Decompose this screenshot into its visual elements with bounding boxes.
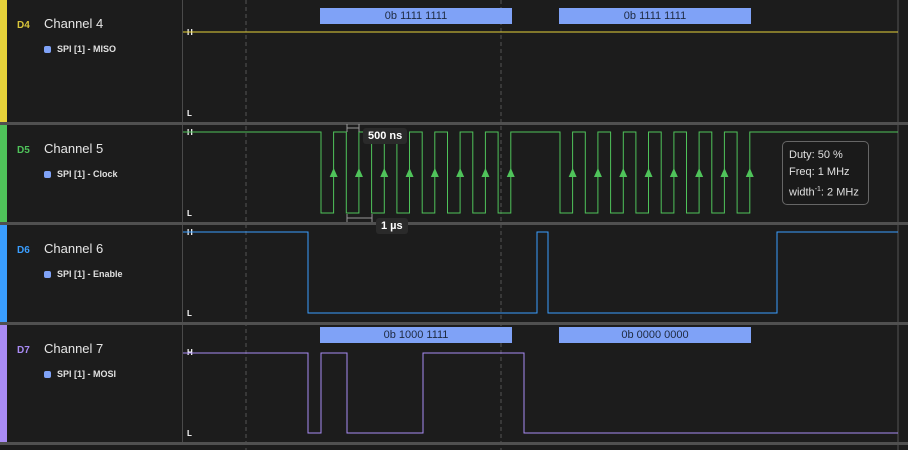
- rising-edge-arrow-icon: [329, 168, 338, 177]
- rising-edge-arrow-icon: [481, 168, 490, 177]
- rising-edge-arrow-icon: [506, 168, 515, 177]
- miso-byte-1[interactable]: 0b 1111 1111: [320, 8, 512, 24]
- duty-text: Duty: 50 %: [789, 149, 843, 161]
- period-measure: 1 µs: [376, 218, 408, 234]
- rising-edge-arrow-icon: [593, 168, 602, 177]
- miso-byte-2[interactable]: 0b 1111 1111: [559, 8, 751, 24]
- clock-measurement-tooltip: Duty: 50 % Freq: 1 MHz width-1: 2 MHz: [782, 141, 869, 205]
- half-period-measure: 500 ns: [363, 128, 408, 144]
- waveforms: [183, 31, 898, 434]
- rising-edge-arrow-icon: [430, 168, 439, 177]
- mosi-waveform: [183, 352, 898, 434]
- rising-edge-arrow-icon: [720, 168, 729, 177]
- rising-edge-arrow-icon: [405, 168, 414, 177]
- rising-edge-arrow-icon: [644, 168, 653, 177]
- clock-rising-edge-markers: [329, 168, 754, 177]
- enable-waveform: [183, 231, 898, 314]
- mosi-byte-1[interactable]: 0b 1000 1111: [320, 327, 512, 343]
- mosi-byte-2[interactable]: 0b 0000 0000: [559, 327, 751, 343]
- rising-edge-arrow-icon: [456, 168, 465, 177]
- rising-edge-arrow-icon: [354, 168, 363, 177]
- width-text: width-1: 2 MHz: [789, 186, 859, 199]
- rising-edge-arrow-icon: [380, 168, 389, 177]
- freq-text: Freq: 1 MHz: [789, 166, 850, 178]
- rising-edge-arrow-icon: [745, 168, 754, 177]
- rising-edge-arrow-icon: [568, 168, 577, 177]
- rising-edge-arrow-icon: [669, 168, 678, 177]
- rising-edge-arrow-icon: [619, 168, 628, 177]
- rising-edge-arrow-icon: [695, 168, 704, 177]
